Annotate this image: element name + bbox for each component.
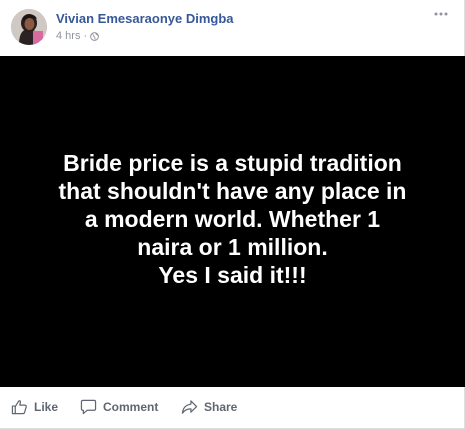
comment-button[interactable]: Comment: [80, 399, 158, 415]
like-label: Like: [34, 400, 59, 414]
share-button[interactable]: Share: [181, 399, 237, 415]
post-time[interactable]: 4 hrs: [56, 30, 80, 42]
post-meta: 4 hrs ·: [56, 30, 100, 42]
facebook-post: Vivian Emesaraonye Dimgba 4 hrs · Bride …: [0, 0, 465, 429]
globe-icon[interactable]: [90, 31, 100, 41]
author-name-link[interactable]: Vivian Emesaraonye Dimgba: [56, 11, 234, 26]
post-actions-bar: Like Comment Share: [0, 387, 465, 427]
avatar[interactable]: [11, 9, 47, 45]
post-image[interactable]: Bride price is a stupid tradition that s…: [0, 56, 465, 387]
thumbs-up-icon: [11, 400, 27, 415]
meta-separator: ·: [83, 30, 88, 42]
share-icon: [181, 400, 198, 414]
like-button[interactable]: Like: [11, 399, 58, 415]
share-label: Share: [204, 400, 238, 414]
comment-icon: [80, 399, 97, 415]
post-header: Vivian Emesaraonye Dimgba 4 hrs ·: [0, 0, 465, 56]
post-image-text: Bride price is a stupid tradition that s…: [58, 149, 407, 288]
comment-label: Comment: [103, 400, 159, 414]
more-options-icon[interactable]: [431, 8, 451, 20]
avatar-photo: [11, 9, 47, 45]
